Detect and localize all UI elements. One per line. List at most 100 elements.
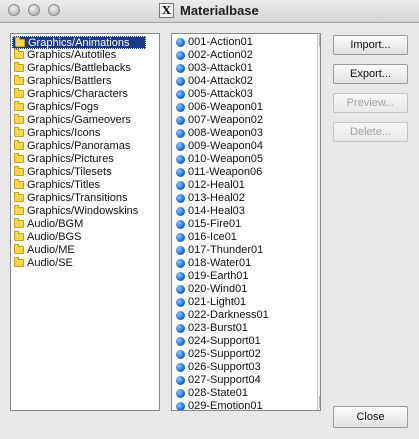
folder-item-label: Graphics/Gameovers (27, 114, 131, 126)
file-item[interactable]: 024-Support01 (173, 335, 313, 348)
import-button[interactable]: Import... (333, 35, 408, 55)
file-item[interactable]: 010-Weapon05 (173, 153, 313, 166)
file-item[interactable]: 003-Attack01 (173, 62, 313, 75)
file-item[interactable]: 019-Earth01 (173, 270, 313, 283)
audio-file-icon (176, 64, 185, 73)
file-item-label: 004-Attack02 (188, 75, 253, 87)
file-item[interactable]: 015-Fire01 (173, 218, 313, 231)
folder-item[interactable]: Graphics/Battlebacks (12, 62, 157, 75)
file-item[interactable]: 016-Ice01 (173, 231, 313, 244)
app-x-icon: X (159, 3, 174, 18)
file-item-label: 028-State01 (188, 387, 248, 399)
folder-item[interactable]: Graphics/Autotiles (12, 49, 157, 62)
file-item[interactable]: 020-Wind01 (173, 283, 313, 296)
file-item[interactable]: 021-Light01 (173, 296, 313, 309)
file-item[interactable]: 028-State01 (173, 387, 313, 400)
file-item[interactable]: 004-Attack02 (173, 75, 313, 88)
file-item[interactable]: 009-Weapon04 (173, 140, 313, 153)
delete-button[interactable]: Delete... (333, 122, 408, 142)
close-window-button[interactable] (8, 4, 20, 16)
file-item-label: 020-Wind01 (188, 283, 248, 295)
file-item[interactable]: 029-Emotion01 (173, 400, 313, 410)
audio-file-icon (176, 116, 185, 125)
folder-item[interactable]: Audio/ME (12, 244, 157, 257)
file-item[interactable]: 017-Thunder01 (173, 244, 313, 257)
folder-icon (14, 62, 24, 72)
folder-icon (14, 166, 24, 176)
folder-item-label: Audio/ME (27, 244, 75, 256)
folder-item[interactable]: Graphics/Fogs (12, 101, 157, 114)
file-item[interactable]: 022-Darkness01 (173, 309, 313, 322)
file-item-label: 002-Action02 (188, 49, 253, 61)
file-list[interactable]: 029-Emotion01 028-State01 027-Support04 026… (171, 33, 321, 411)
file-item[interactable]: 001-Action01 (173, 36, 313, 49)
audio-file-icon (176, 350, 185, 359)
audio-file-icon (176, 324, 185, 333)
file-item[interactable]: 013-Heal02 (173, 192, 313, 205)
file-item[interactable]: 012-Heal01 (173, 179, 313, 192)
file-item[interactable]: 011-Weapon06 (173, 166, 313, 179)
folder-item-label: Graphics/Autotiles (27, 49, 117, 61)
audio-file-icon (176, 220, 185, 229)
folder-icon (14, 49, 24, 59)
scroll-thumb[interactable] (320, 48, 321, 394)
folder-item-label: Audio/BGM (27, 218, 84, 230)
file-item[interactable]: 023-Burst01 (173, 322, 313, 335)
folder-icon (14, 192, 24, 202)
file-item[interactable]: 027-Support04 (173, 374, 313, 387)
file-item-label: 006-Weapon01 (188, 101, 264, 113)
audio-file-icon (176, 142, 185, 151)
zoom-window-button[interactable] (48, 4, 60, 16)
file-item-label: 021-Light01 (188, 296, 247, 308)
folder-item[interactable]: Graphics/Characters (12, 88, 157, 101)
file-item[interactable]: 018-Water01 (173, 257, 313, 270)
folder-icon (14, 75, 24, 85)
scroll-up-arrow-icon[interactable]: ▲ (319, 35, 320, 47)
folder-item[interactable]: Audio/BGS (12, 231, 157, 244)
minimize-window-button[interactable] (28, 4, 40, 16)
file-item-label: 015-Fire01 (188, 218, 242, 230)
folder-icon (14, 140, 24, 150)
folder-item[interactable]: Graphics/Transitions (12, 192, 157, 205)
folder-icon (14, 231, 24, 241)
audio-file-icon (176, 285, 185, 294)
folder-list[interactable]: Graphics/Animations Graphics/Autotiles Gra… (10, 33, 160, 411)
folder-item-label: Graphics/Transitions (27, 192, 128, 204)
folder-item[interactable]: Graphics/Tilesets (12, 166, 157, 179)
folder-icon (14, 257, 24, 267)
scroll-down-arrow-icon[interactable]: ▼ (319, 396, 320, 408)
folder-item[interactable]: Graphics/Gameovers (12, 114, 157, 127)
folder-item[interactable]: Graphics/Pictures (12, 153, 157, 166)
audio-file-icon (176, 246, 185, 255)
folder-item[interactable]: Graphics/Battlers (12, 75, 157, 88)
folder-item[interactable]: Graphics/Titles (12, 179, 157, 192)
export-button[interactable]: Export... (333, 64, 408, 84)
file-item[interactable]: 005-Attack03 (173, 88, 313, 101)
folder-item[interactable]: Graphics/Animations (12, 36, 146, 49)
folder-item[interactable]: Audio/SE (12, 257, 157, 270)
folder-item[interactable]: Audio/BGM (12, 218, 157, 231)
file-item[interactable]: 006-Weapon01 (173, 101, 313, 114)
file-item-label: 014-Heal03 (188, 205, 245, 217)
file-item[interactable]: 014-Heal03 (173, 205, 313, 218)
file-list-scrollbar[interactable]: ▲ ▼ (317, 34, 321, 410)
title-bar: X Materialbase (0, 0, 419, 23)
audio-file-icon (176, 194, 185, 203)
file-item[interactable]: 008-Weapon03 (173, 127, 313, 140)
close-button[interactable]: Close (333, 406, 408, 428)
audio-file-icon (176, 129, 185, 138)
folder-item-label: Graphics/Battlers (27, 75, 112, 87)
folder-item[interactable]: Graphics/Panoramas (12, 140, 157, 153)
file-item[interactable]: 025-Support02 (173, 348, 313, 361)
file-item[interactable]: 007-Weapon02 (173, 114, 313, 127)
preview-button[interactable]: Preview... (333, 93, 408, 113)
folder-icon (14, 101, 24, 111)
audio-file-icon (176, 376, 185, 385)
file-item[interactable]: 026-Support03 (173, 361, 313, 374)
file-item-label: 017-Thunder01 (188, 244, 264, 256)
folder-item[interactable]: Graphics/Icons (12, 127, 157, 140)
file-item[interactable]: 002-Action02 (173, 49, 313, 62)
window-title: Materialbase (180, 3, 259, 18)
file-item-label: 022-Darkness01 (188, 309, 269, 321)
folder-item[interactable]: Graphics/Windowskins (12, 205, 157, 218)
